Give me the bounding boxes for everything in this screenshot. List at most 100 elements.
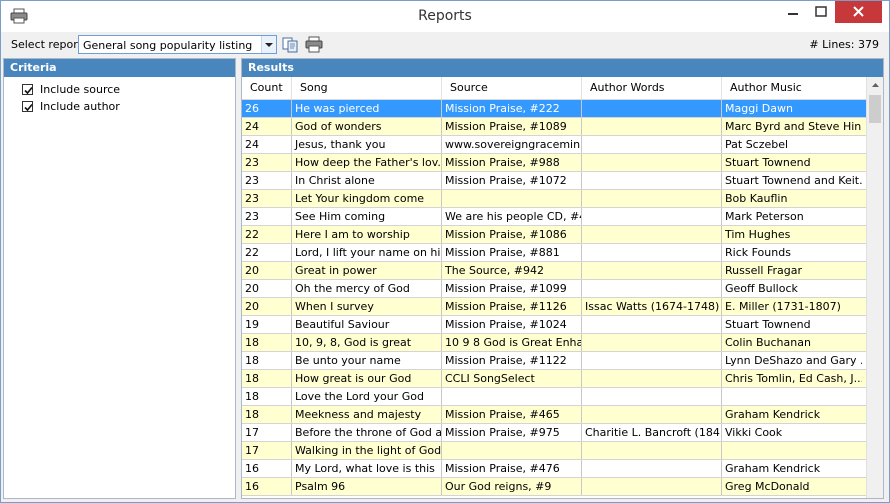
- table-cell: Great in power: [292, 262, 442, 279]
- table-row[interactable]: 23 In Christ alone Mission Praise, #1072 St…: [242, 172, 866, 190]
- report-select-value: General song popularity listing: [83, 39, 253, 52]
- table-cell: Mission Praise, #1024: [442, 316, 582, 333]
- table-cell: [582, 154, 722, 171]
- table-row[interactable]: 18 Love the Lord your God: [242, 388, 866, 406]
- table-cell: 10, 9, 8, God is great: [292, 334, 442, 351]
- table-cell: CCLI SongSelect: [442, 370, 582, 387]
- table-row[interactable]: 26 He was pierced Mission Praise, #222 Magg…: [242, 100, 866, 118]
- table-cell: Mark Peterson: [725, 210, 804, 223]
- table-row[interactable]: 17 Before the throne of God a... Mission P…: [242, 424, 866, 442]
- vertical-scrollbar[interactable]: [866, 77, 883, 498]
- table-cell: [582, 442, 722, 459]
- table-row[interactable]: 24 Jesus, thank you www.sovereigngracemini…: [242, 136, 866, 154]
- table-cell: Before the throne of God a...: [292, 424, 442, 441]
- table-cell: [582, 172, 722, 189]
- table-cell: Mission Praise, #465: [442, 406, 582, 423]
- table-cell: Russell Fragar: [725, 264, 802, 277]
- table-cell: Be unto your name: [292, 352, 442, 369]
- table-cell: Here I am to worship: [292, 226, 442, 243]
- table-cell: 23: [242, 154, 292, 171]
- include-author-option[interactable]: Include author: [22, 98, 235, 115]
- table-cell: Beautiful Saviour: [292, 316, 442, 333]
- results-header: Results: [242, 59, 883, 77]
- table-row[interactable]: 16 My Lord, what love is this Mission Prai…: [242, 460, 866, 478]
- table-cell: Walking in the light of God: [292, 442, 442, 459]
- table-row[interactable]: 18 How great is our God CCLI SongSelect Chr…: [242, 370, 866, 388]
- scrollbar-thumb[interactable]: [869, 95, 881, 123]
- toolbar: Select report General song popularity li…: [1, 32, 889, 58]
- table-cell: Rick Founds: [725, 246, 791, 259]
- table-row[interactable]: 22 Lord, I lift your name on high Mission …: [242, 244, 866, 262]
- include-author-checkbox[interactable]: [22, 101, 33, 112]
- table-row[interactable]: 22 Here I am to worship Mission Praise, #1…: [242, 226, 866, 244]
- column-header-song[interactable]: Song: [292, 77, 442, 99]
- table-cell: 18: [242, 370, 292, 387]
- chevron-down-icon[interactable]: [261, 36, 276, 53]
- column-header-author-music[interactable]: Author Music: [722, 77, 866, 99]
- include-author-label: Include author: [40, 100, 120, 113]
- table-cell: Graham Kendrick: [725, 408, 821, 421]
- reports-window: Reports Select report General song popul…: [0, 0, 890, 503]
- minimize-button[interactable]: [779, 1, 807, 23]
- table-cell: Mission Praise, #1089: [442, 118, 582, 135]
- table-cell: www.sovereigngracemini...: [442, 136, 582, 153]
- table-cell: [582, 334, 722, 351]
- include-source-checkbox[interactable]: [22, 84, 33, 95]
- table-cell: 16: [242, 478, 292, 495]
- line-count: # Lines: 379: [809, 38, 879, 51]
- table-cell: Stuart Townend: [725, 156, 811, 169]
- report-select[interactable]: General song popularity listing: [78, 35, 277, 54]
- table-row[interactable]: 19 Beautiful Saviour Mission Praise, #1024…: [242, 316, 866, 334]
- window-title: Reports: [418, 8, 472, 24]
- table-row[interactable]: 20 Oh the mercy of God Mission Praise, #10…: [242, 280, 866, 298]
- table-cell: 18: [242, 352, 292, 369]
- table-cell: 26: [242, 100, 292, 117]
- grid-header-row: Count Song Source Author Words Author Mu…: [242, 77, 866, 100]
- scroll-up-icon[interactable]: [867, 77, 883, 94]
- table-cell: 17: [242, 424, 292, 441]
- table-cell: [582, 352, 722, 369]
- select-report-label: Select report: [11, 38, 83, 51]
- column-header-author-words[interactable]: Author Words: [582, 77, 722, 99]
- table-cell: Mission Praise, #881: [442, 244, 582, 261]
- table-cell: Mission Praise, #1086: [442, 226, 582, 243]
- table-cell: Lynn DeShazo and Gary ...: [725, 354, 862, 367]
- table-row[interactable]: 18 10, 9, 8, God is great 10 9 8 God is Gr…: [242, 334, 866, 352]
- results-grid[interactable]: Count Song Source Author Words Author Mu…: [242, 77, 866, 496]
- table-row[interactable]: 17 Walking in the light of God: [242, 442, 866, 460]
- column-header-source[interactable]: Source: [442, 77, 582, 99]
- table-row[interactable]: 18 Meekness and majesty Mission Praise, #4…: [242, 406, 866, 424]
- table-row[interactable]: 20 Great in power The Source, #942 Russell …: [242, 262, 866, 280]
- table-row[interactable]: 24 God of wonders Mission Praise, #1089 Mar…: [242, 118, 866, 136]
- printer-icon[interactable]: [305, 36, 323, 53]
- table-cell: 22: [242, 226, 292, 243]
- title-bar[interactable]: Reports: [1, 1, 889, 32]
- table-row[interactable]: 23 How deep the Father's lov... Mission Pr…: [242, 154, 866, 172]
- table-cell: Charitie L. Bancroft (184...: [582, 424, 722, 441]
- table-cell: Lord, I lift your name on high: [292, 244, 442, 261]
- table-row[interactable]: 23 Let Your kingdom come Bob Kauflin: [242, 190, 866, 208]
- table-cell: 16: [242, 460, 292, 477]
- copy-icon[interactable]: [282, 36, 300, 53]
- table-cell: Pat Sczebel: [725, 138, 789, 151]
- table-cell: [442, 388, 582, 405]
- table-cell: [582, 118, 722, 135]
- table-cell: We are his people CD, #4: [442, 208, 582, 225]
- table-cell: Bob Kauflin: [725, 192, 788, 205]
- table-row[interactable]: 20 When I survey Mission Praise, #1126 Issa…: [242, 298, 866, 316]
- include-source-option[interactable]: Include source: [22, 81, 235, 98]
- table-cell: [582, 370, 722, 387]
- table-row[interactable]: 18 Be unto your name Mission Praise, #1122…: [242, 352, 866, 370]
- column-header-count[interactable]: Count: [242, 77, 292, 99]
- table-cell: Maggi Dawn: [725, 102, 793, 115]
- table-row[interactable]: 23 See Him coming We are his people CD, #4…: [242, 208, 866, 226]
- close-icon: [853, 6, 864, 17]
- table-cell: [722, 442, 862, 459]
- table-cell: Mission Praise, #975: [442, 424, 582, 441]
- maximize-button[interactable]: [807, 1, 835, 23]
- close-button[interactable]: [835, 1, 882, 23]
- table-cell: He was pierced: [292, 100, 442, 117]
- results-panel: Results Count Song Source Author Words A…: [241, 58, 884, 499]
- table-cell: 24: [242, 136, 292, 153]
- table-row[interactable]: 16 Psalm 96 Our God reigns, #9 Greg McDonal…: [242, 478, 866, 496]
